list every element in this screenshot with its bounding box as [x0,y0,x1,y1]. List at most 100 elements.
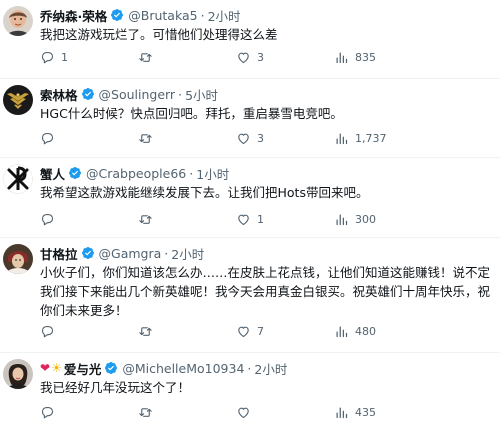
separator-dot: · [189,165,194,181]
tweet-text: 我把这游戏玩烂了。可惜他们处理得这么差 [40,27,278,42]
verified-badge-icon [81,246,95,260]
views-button[interactable]: 480 [334,324,376,339]
tweet-reply[interactable]: 甘格拉 @Gamgra · 2小时 小伙子们，你们知道该怎么办……在皮肤上花点钱… [0,238,500,353]
views-icon [334,324,349,339]
retweet-button[interactable] [138,50,159,65]
user-handle[interactable]: @Crabpeople66 [86,166,186,181]
display-name[interactable]: 索林格 [40,85,78,104]
reply-icon [40,212,55,227]
views-count: 480 [355,325,376,338]
like-count: 3 [257,132,264,145]
avatar[interactable] [3,6,33,36]
like-icon [236,50,251,65]
like-icon [236,405,251,420]
tweet-header: 索林格 @Soulingerr · 5小时 [40,85,218,103]
like-icon [236,131,251,146]
tweet-text: 小伙子们，你们知道该怎么办……在皮肤上花点钱，让他们知道这能赚钱！说不定我们接下… [40,265,491,318]
timestamp[interactable]: 1小时 [196,164,229,183]
like-button[interactable]: 3 [236,50,264,65]
like-button[interactable]: 7 [236,324,264,339]
retweet-button[interactable] [138,405,159,420]
views-icon [334,50,349,65]
tweet-reply[interactable]: 蟹人 @Crabpeople66 · 1小时 我希望这款游戏能继续发展下去。让我… [0,158,500,238]
verified-badge-icon [81,87,95,101]
views-count: 435 [355,406,376,419]
sun-emoji-icon: ☀ [51,361,62,375]
avatar[interactable] [3,359,33,389]
timestamp[interactable]: 2小时 [208,6,241,25]
like-button[interactable]: 3 [236,131,264,146]
avatar[interactable] [3,85,33,115]
reply-button[interactable] [40,212,61,227]
user-handle[interactable]: @MichelleMo10934 [122,361,244,376]
tweet-text: 我已经好几年没玩这个了！ [40,380,191,395]
retweet-icon [138,212,153,227]
user-handle[interactable]: @Brutaka5 [128,8,197,23]
like-icon [236,324,251,339]
tweet-header: 甘格拉 @Gamgra · 2小时 [40,244,204,262]
tweet-text: 我希望这款游戏能继续发展下去。让我们把Hots带回来吧。 [40,185,369,200]
display-name[interactable]: 乔纳森·荣格 [40,6,107,25]
tweet-text: HGC什么时候？快点回归吧。拜托，重启暴雪电竞吧。 [40,106,343,121]
tweet-reply[interactable]: ❤ ☀ 爱与光 @MichelleMo10934 · 2小时 我已经好几年没玩这… [0,353,500,438]
views-button[interactable]: 300 [334,212,376,227]
display-name[interactable]: 爱与光 [64,359,102,378]
tweet-reply[interactable]: 乔纳森·荣格 @Brutaka5 · 2小时 我把这游戏玩烂了。可惜他们处理得这… [0,0,500,79]
views-button[interactable]: 1,737 [334,131,387,146]
like-button[interactable] [236,405,257,420]
retweet-button[interactable] [138,212,159,227]
views-count: 1,737 [355,132,387,145]
timestamp[interactable]: 2小时 [171,244,204,263]
views-count: 300 [355,213,376,226]
tweet-actions: 435 [40,405,492,421]
reply-icon [40,131,55,146]
verified-badge-icon [68,166,82,180]
timestamp[interactable]: 2小时 [254,359,287,378]
tweet-actions: 7 480 [40,324,492,340]
tweet-actions: 1 300 [40,212,492,228]
tweet-header: 乔纳森·荣格 @Brutaka5 · 2小时 [40,6,241,24]
retweet-icon [138,50,153,65]
tweet-actions: 3 1,737 [40,131,492,147]
like-count: 7 [257,325,264,338]
avatar[interactable] [3,244,33,274]
like-icon [236,212,251,227]
verified-badge-icon [104,361,118,375]
tweet-header: 蟹人 @Crabpeople66 · 1小时 [40,164,229,182]
reply-button[interactable] [40,131,61,146]
reply-count: 1 [61,51,68,64]
views-button[interactable]: 435 [334,405,376,420]
like-count: 3 [257,51,264,64]
views-button[interactable]: 835 [334,50,376,65]
retweet-button[interactable] [138,131,159,146]
user-handle[interactable]: @Soulingerr [99,87,176,102]
separator-dot: · [200,7,205,23]
avatar[interactable] [3,164,33,194]
retweet-icon [138,405,153,420]
reply-icon [40,324,55,339]
views-icon [334,405,349,420]
verified-badge-icon [110,8,124,22]
separator-dot: · [164,245,169,261]
tweet-reply[interactable]: 索林格 @Soulingerr · 5小时 HGC什么时候？快点回归吧。拜托，重… [0,79,500,158]
separator-dot: · [247,360,252,376]
user-handle[interactable]: @Gamgra [99,246,162,261]
retweet-button[interactable] [138,324,159,339]
reply-button[interactable] [40,405,61,420]
views-icon [334,212,349,227]
retweet-icon [138,131,153,146]
tweet-actions: 1 3 835 [40,50,492,66]
heart-emoji-icon: ❤ [40,361,51,375]
display-name[interactable]: 甘格拉 [40,244,78,263]
reply-button[interactable]: 1 [40,50,68,65]
display-name[interactable]: 蟹人 [40,164,65,183]
reply-icon [40,405,55,420]
like-button[interactable]: 1 [236,212,264,227]
views-icon [334,131,349,146]
timestamp[interactable]: 5小时 [185,85,218,104]
reply-button[interactable] [40,324,61,339]
separator-dot: · [178,86,183,102]
tweet-header: ❤ ☀ 爱与光 @MichelleMo10934 · 2小时 [40,359,287,377]
reply-feed: 乔纳森·荣格 @Brutaka5 · 2小时 我把这游戏玩烂了。可惜他们处理得这… [0,0,500,440]
like-count: 1 [257,213,264,226]
